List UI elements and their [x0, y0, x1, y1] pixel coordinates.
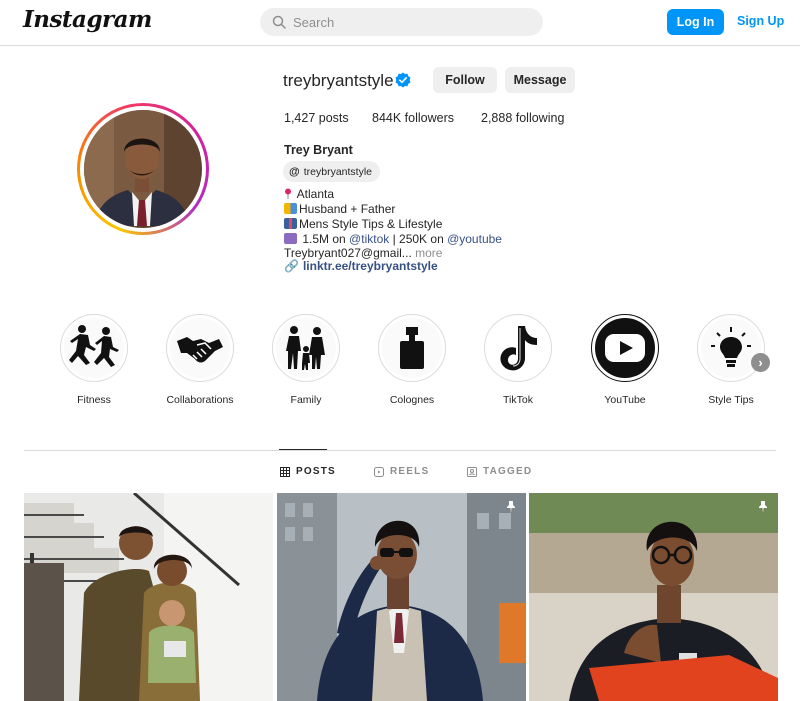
tab-tagged[interactable]: TAGGED — [467, 466, 532, 477]
highlight-colognes[interactable]: Colognes — [372, 314, 452, 406]
threads-icon: @ — [289, 165, 300, 178]
reels-icon — [374, 466, 384, 477]
highlight-label: YouTube — [604, 394, 646, 406]
glasses-outdoor-portrait — [529, 493, 778, 701]
highlight-youtube[interactable]: YouTube — [585, 314, 665, 406]
highlight-label: Fitness — [77, 394, 111, 406]
bio-line-family: Husband + Father — [284, 202, 395, 216]
following-count[interactable]: 2,888 following — [481, 111, 564, 125]
threads-badge[interactable]: @ treybryantstyle — [283, 161, 381, 182]
suit-sunglasses-street — [277, 493, 526, 701]
people-emoji-icon — [284, 233, 297, 244]
handshake-icon — [170, 318, 230, 378]
post-thumbnail-1[interactable] — [24, 493, 273, 701]
highlights-next-arrow-icon[interactable]: › — [751, 353, 770, 372]
family-icon — [276, 318, 336, 378]
avatar — [84, 110, 202, 228]
tab-posts[interactable]: POSTS — [280, 466, 336, 477]
suit-emoji-icon — [284, 218, 297, 229]
signup-link[interactable]: Sign Up — [737, 14, 784, 28]
search-input[interactable] — [293, 14, 523, 30]
login-button[interactable]: Log In — [667, 9, 724, 35]
verified-badge-icon — [395, 72, 411, 88]
youtube-icon — [595, 318, 655, 378]
family-photo-stairs — [24, 493, 273, 701]
family-emoji-icon — [284, 203, 297, 214]
search-icon — [272, 15, 286, 29]
followers-count[interactable]: 844K followers — [372, 111, 454, 125]
pinned-icon — [759, 501, 767, 513]
highlight-label: Colognes — [389, 394, 435, 406]
grid-icon — [280, 466, 290, 477]
bio-line-style: Mens Style Tips & Lifestyle — [284, 217, 442, 231]
youtube-mention-link[interactable]: @youtube — [447, 232, 502, 246]
tiktok-mention-link[interactable]: @tiktok — [349, 232, 389, 246]
link-icon: 🔗 — [284, 259, 299, 273]
more-link[interactable]: more — [415, 246, 442, 260]
pin-emoji-icon — [284, 188, 292, 199]
bio-line-socials: 1.5M on @tiktok | 250K on @youtube — [284, 232, 502, 246]
tab-reels[interactable]: REELS — [374, 466, 429, 477]
profile-full-name: Trey Bryant — [284, 143, 353, 157]
tiktok-icon — [488, 318, 548, 378]
instagram-logo[interactable]: Instagram — [23, 6, 152, 33]
highlight-tiktok[interactable]: TikTok — [478, 314, 558, 406]
tabs-divider — [24, 450, 776, 451]
bio-line-email: Treybryant027@gmail... more — [284, 246, 443, 260]
cologne-bottle-icon — [382, 318, 442, 378]
top-navigation-bar: Instagram Log In Sign Up — [0, 0, 800, 46]
highlight-label: Collaborations — [166, 394, 234, 406]
profile-avatar-story-ring[interactable] — [77, 103, 209, 235]
post-thumbnail-3[interactable] — [529, 493, 778, 701]
search-bar[interactable] — [260, 8, 543, 36]
active-tab-indicator — [279, 449, 327, 450]
tagged-icon — [467, 466, 477, 477]
external-link[interactable]: 🔗 linktr.ee/treybryantstyle — [284, 259, 438, 273]
post-thumbnail-2[interactable] — [277, 493, 526, 701]
lightbulb-icon — [701, 318, 761, 378]
threads-handle: treybryantstyle — [303, 165, 373, 178]
highlight-label: Style Tips — [708, 394, 754, 406]
posts-count: 1,427 posts — [284, 111, 349, 125]
runners-icon — [64, 318, 124, 378]
follow-button[interactable]: Follow — [433, 67, 497, 93]
profile-username: treybryantstyle — [283, 71, 394, 90]
highlight-fitness[interactable]: Fitness — [54, 314, 134, 406]
message-button[interactable]: Message — [505, 67, 575, 93]
bio-line-location: Atlanta — [284, 187, 334, 201]
highlight-label: Family — [290, 394, 322, 406]
highlight-family[interactable]: Family — [266, 314, 346, 406]
pinned-icon — [507, 501, 515, 513]
highlight-label: TikTok — [503, 394, 533, 406]
highlight-collaborations[interactable]: Collaborations — [160, 314, 240, 406]
